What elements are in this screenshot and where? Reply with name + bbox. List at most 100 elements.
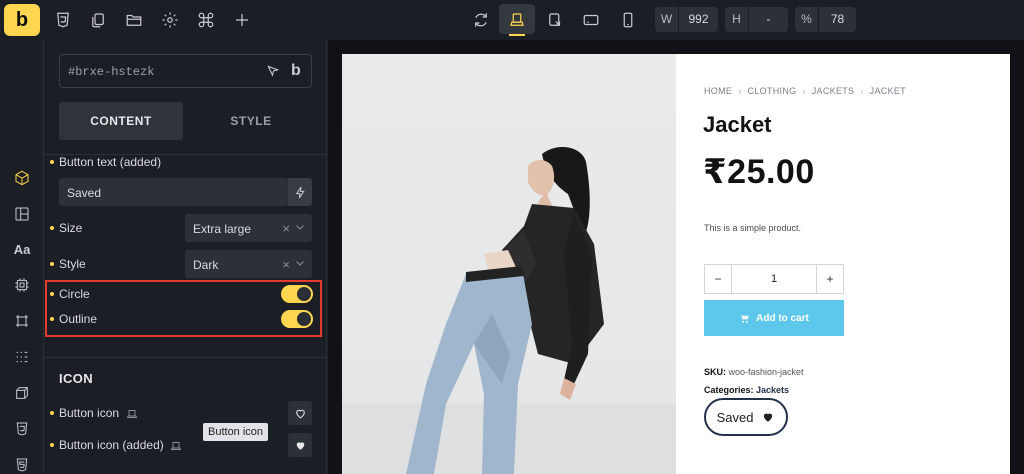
modified-dot (50, 411, 54, 415)
breadcrumb-item[interactable]: HOME (704, 86, 732, 96)
frame-icon[interactable] (12, 311, 32, 331)
width-value[interactable]: 992 (679, 7, 718, 32)
breadcrumb-separator: › (738, 86, 742, 96)
bricks-b-icon[interactable]: b (291, 62, 301, 80)
size-value: Extra large (193, 222, 252, 236)
css3-icon[interactable] (12, 419, 32, 439)
button-text-input[interactable]: Saved (59, 178, 288, 206)
tablet-portrait-icon[interactable] (579, 8, 603, 32)
button-text-label: Button text (added) (59, 155, 162, 169)
desktop-breakpoint-icon[interactable] (505, 8, 529, 32)
product-image[interactable] (342, 54, 676, 474)
product-description: This is a simple product. (704, 223, 802, 233)
clear-style-icon[interactable]: × (282, 257, 290, 272)
breadcrumb-item: JACKET (869, 86, 906, 96)
copy-icon[interactable] (86, 8, 110, 32)
button-icon-picker[interactable] (288, 401, 312, 425)
component-icon[interactable] (12, 275, 32, 295)
element-id-field[interactable]: #brxe-hstezk b (59, 54, 312, 88)
3d-box-icon[interactable] (12, 383, 32, 403)
height-value[interactable]: - (749, 7, 788, 32)
button-icon-label: Button icon (59, 406, 120, 420)
model-photo (342, 147, 676, 474)
folder-icon[interactable] (122, 8, 146, 32)
tab-style[interactable]: STYLE (189, 102, 313, 140)
grid-icon[interactable] (12, 347, 32, 367)
add-to-cart-label: Add to cart (756, 312, 809, 324)
breadcrumb-separator: › (860, 86, 864, 96)
zoom-key: % (795, 7, 819, 32)
sku-value: woo-fashion-jacket (728, 367, 804, 377)
clear-size-icon[interactable]: × (282, 221, 290, 236)
add-to-cart-button[interactable]: Add to cart (704, 300, 844, 336)
quantity-minus-button[interactable]: − (705, 265, 732, 293)
element-settings-panel: #brxe-hstezk b CONTENT STYLE Button text… (44, 40, 327, 474)
button-icon-added-picker[interactable] (288, 433, 312, 457)
heart-filled-icon (764, 413, 773, 422)
left-rail: Aa (0, 40, 44, 474)
height-key: H (725, 7, 749, 32)
command-icon[interactable] (194, 8, 218, 32)
style-select[interactable]: Dark × (185, 250, 312, 278)
size-select[interactable]: Extra large × (185, 214, 312, 242)
refresh-icon[interactable] (469, 8, 493, 32)
categories-line: Categories: Jackets (704, 385, 789, 395)
style-label: Style (59, 257, 86, 271)
chevron-down-icon[interactable] (294, 220, 306, 234)
height-field[interactable]: H - (725, 7, 788, 32)
icon-section-title[interactable]: ICON (59, 371, 93, 386)
layout-icon[interactable] (12, 204, 32, 224)
breadcrumb-item[interactable]: CLOTHING (748, 86, 797, 96)
product-title: Jacket (703, 112, 772, 137)
sku-line: SKU: woo-fashion-jacket (704, 367, 804, 377)
dynamic-data-button[interactable] (288, 178, 312, 206)
gear-icon[interactable] (158, 8, 182, 32)
width-key: W (655, 7, 679, 32)
breadcrumb: HOME › CLOTHING › JACKETS › JACKET (704, 86, 906, 96)
button-icon-added-label: Button icon (added) (59, 438, 164, 452)
tablet-landscape-icon[interactable] (543, 8, 567, 32)
cursor-select-icon[interactable] (266, 64, 280, 78)
categories-label: Categories: (704, 385, 754, 395)
category-link[interactable]: Jackets (756, 385, 789, 395)
bolt-icon (295, 186, 305, 198)
element-id-text: #brxe-hstezk (68, 65, 155, 79)
tooltip: Button icon (203, 423, 269, 441)
size-label: Size (59, 221, 83, 235)
divider (44, 357, 326, 358)
breadcrumb-item[interactable]: JACKETS (812, 86, 855, 96)
top-toolbar: b W 992 H - % 78 (0, 0, 1024, 40)
saved-button[interactable]: Saved (704, 398, 788, 436)
cart-icon (740, 314, 749, 323)
style-value: Dark (193, 258, 219, 272)
heart-outline-icon (295, 409, 305, 418)
chevron-down-icon[interactable] (294, 256, 306, 270)
product-page: HOME › CLOTHING › JACKETS › JACKET Jacket ₹25.… (342, 54, 1010, 474)
quantity-input[interactable]: 1 (732, 265, 816, 293)
modified-dot (50, 262, 54, 266)
saved-button-label: Saved (716, 409, 754, 425)
quantity-plus-button[interactable]: + (816, 265, 843, 293)
active-breakpoint-indicator (509, 34, 525, 36)
plus-icon[interactable] (230, 8, 254, 32)
modified-dot (50, 226, 54, 230)
zoom-value[interactable]: 78 (819, 7, 856, 32)
heart-filled-icon (296, 441, 304, 450)
mobile-icon[interactable] (616, 8, 640, 32)
modified-dot (50, 160, 54, 164)
width-field[interactable]: W 992 (655, 7, 718, 32)
tab-content[interactable]: CONTENT (59, 102, 183, 140)
quantity-stepper[interactable]: − 1 + (704, 264, 844, 294)
breadcrumb-separator: › (802, 86, 806, 96)
css3-icon[interactable] (51, 8, 75, 32)
zoom-field[interactable]: % 78 (795, 7, 856, 32)
cube-icon[interactable] (12, 168, 32, 188)
html5-icon[interactable] (12, 455, 32, 474)
typography-icon[interactable]: Aa (12, 239, 32, 259)
panel-tabs: CONTENT STYLE (59, 102, 312, 140)
bricks-logo-button[interactable]: b (4, 4, 40, 36)
button-text-value: Saved (67, 186, 102, 200)
sku-label: SKU: (704, 367, 726, 377)
breakpoint-icon (126, 410, 138, 418)
breakpoint-icon (170, 442, 182, 450)
